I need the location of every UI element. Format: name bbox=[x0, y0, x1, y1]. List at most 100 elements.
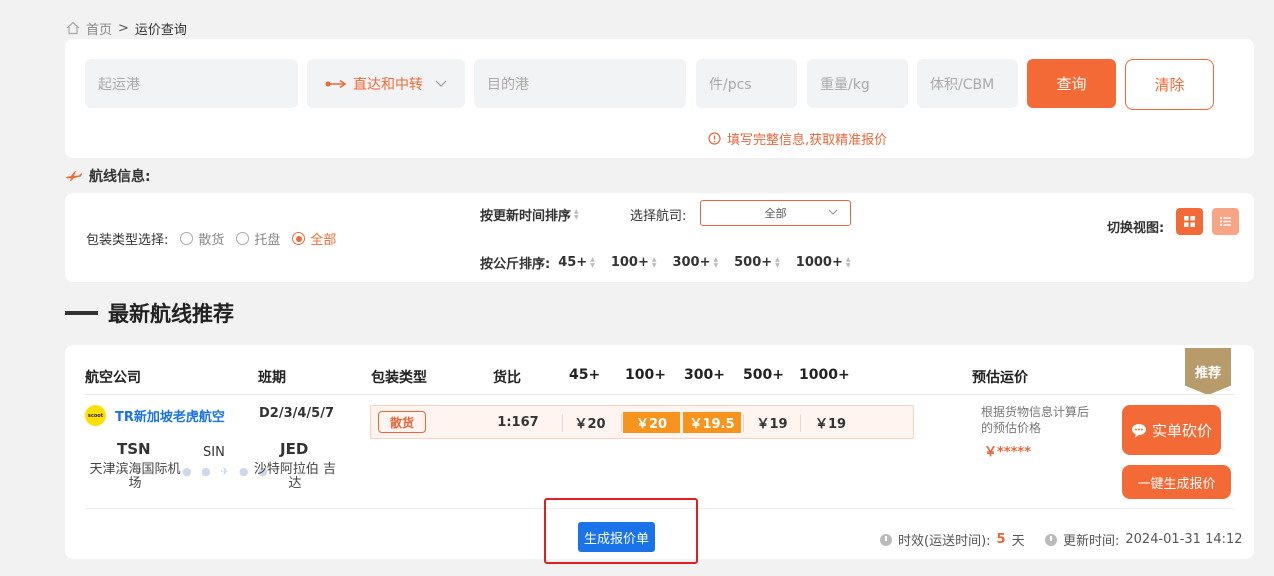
destination-port-input[interactable]: 目的港 bbox=[474, 59, 686, 108]
chat-bubble-icon bbox=[1131, 423, 1146, 437]
route-info-label: 航线信息: bbox=[89, 169, 151, 185]
form-hint-text: 填写完整信息,获取精准报价 bbox=[727, 133, 888, 148]
sort-by-kg: 按公斤排序: 45+ ▲ ▼ 100+ ▲ ▼ 300+ ▲ ▼ 500+ ▲ ▼ 1000+ ▲… bbox=[480, 253, 850, 272]
header-divider bbox=[85, 394, 1234, 395]
sort-icon: ▲ ▼ bbox=[651, 255, 657, 269]
clear-button[interactable]: 清除 bbox=[1125, 59, 1214, 110]
sort-kg-label: 按公斤排序: bbox=[480, 257, 551, 272]
route-mode-label: 直达和中转 bbox=[353, 76, 423, 93]
col-header-estimate: 预估运价 bbox=[972, 370, 1028, 386]
pack-option-bulk[interactable]: 散货 bbox=[180, 229, 224, 248]
pieces-input[interactable]: 件/pcs bbox=[696, 59, 797, 108]
pack-option-label: 全部 bbox=[310, 233, 337, 248]
pack-option-label: 散货 bbox=[198, 233, 225, 248]
col-header-schedule: 班期 bbox=[258, 370, 286, 386]
sort-by-time[interactable]: 按更新时间排序 ▲ ▼ bbox=[480, 205, 579, 224]
weight-placeholder: 重量/kg bbox=[820, 76, 870, 93]
sort-icon: ▲ ▼ bbox=[845, 255, 851, 269]
col-header-45: 45+ bbox=[569, 367, 601, 383]
pack-type-group: 包装类型选择: 散货 托盘 全部 bbox=[86, 229, 336, 248]
col-header-airline: 航空公司 bbox=[85, 370, 141, 386]
col-header-1000: 1000+ bbox=[799, 367, 850, 383]
volume-placeholder: 体积/CBM bbox=[930, 76, 995, 93]
sort-tier-500[interactable]: 500+ ▲ ▼ bbox=[734, 255, 780, 270]
price-300: ￥19.5 bbox=[683, 412, 741, 433]
bargain-button[interactable]: 实单砍价 bbox=[1122, 405, 1221, 455]
col-header-pack-type: 包装类型 bbox=[371, 370, 427, 386]
weight-input[interactable]: 重量/kg bbox=[807, 59, 908, 108]
sort-tier-1000[interactable]: 1000+ ▲ ▼ bbox=[796, 255, 851, 270]
origin-name: 天津滨海国际机场 bbox=[89, 462, 181, 491]
updated-label: 更新时间: bbox=[1063, 534, 1120, 549]
sort-tier-45[interactable]: 45+ ▲ ▼ bbox=[558, 255, 595, 270]
updated-value: 2024-01-31 14:12 bbox=[1125, 532, 1243, 547]
list-icon bbox=[1220, 217, 1231, 226]
radio-dot bbox=[292, 232, 306, 245]
generate-quote-sheet-button[interactable]: 生成报价单 bbox=[578, 522, 655, 552]
cell-divider bbox=[562, 414, 563, 432]
sort-icon: ▲ ▼ bbox=[713, 255, 719, 269]
col-header-300: 300+ bbox=[684, 367, 725, 383]
filter-panel: 包装类型选择: 散货 托盘 全部 按更新时间排序 ▲ ▼ 选择航司: 全部 按公斤… bbox=[65, 193, 1254, 282]
schedule-days: D2/3/4/5/7 bbox=[259, 406, 335, 421]
tier-label: 500+ bbox=[734, 255, 773, 270]
origin-code: TSN bbox=[117, 440, 151, 458]
route-arrow-icon bbox=[325, 79, 347, 88]
view-switch-label: 切换视图: bbox=[1107, 221, 1165, 236]
col-header-500: 500+ bbox=[743, 367, 784, 383]
updated-time: 更新时间: 2024-01-31 14:12 bbox=[1045, 530, 1243, 549]
search-button[interactable]: 查询 bbox=[1027, 59, 1116, 108]
transit-value: 5 bbox=[996, 532, 1006, 547]
col-header-100: 100+ bbox=[625, 367, 666, 383]
origin-port-input[interactable]: 起运港 bbox=[85, 59, 298, 108]
search-panel: 起运港 直达和中转 目的港 件/pcs 重量/kg 体积/CBM 查询 清除 填… bbox=[65, 39, 1254, 158]
airline-name-link[interactable]: TR新加坡老虎航空 bbox=[115, 406, 225, 425]
tier-label: 100+ bbox=[610, 255, 649, 270]
sort-tier-300[interactable]: 300+ ▲ ▼ bbox=[672, 255, 718, 270]
grid-icon bbox=[1184, 216, 1195, 227]
grid-view-button[interactable] bbox=[1176, 208, 1203, 235]
route-mode-select[interactable]: 直达和中转 bbox=[307, 59, 465, 108]
bargain-label: 实单砍价 bbox=[1151, 421, 1212, 440]
pack-option-all[interactable]: 全部 bbox=[292, 229, 336, 248]
price-100: ￥20 bbox=[623, 412, 680, 433]
price-500: ￥19 bbox=[756, 416, 788, 432]
airline-select[interactable]: 全部 bbox=[700, 200, 851, 226]
route-info-title: 航线信息: bbox=[66, 166, 151, 186]
sort-icon: ▲ ▼ bbox=[574, 207, 579, 221]
pack-type-label: 包装类型选择: bbox=[86, 233, 169, 248]
breadcrumb-current: 运价查询 bbox=[134, 22, 187, 38]
tier-label: 45+ bbox=[558, 255, 588, 270]
destination-port-placeholder: 目的港 bbox=[487, 76, 529, 93]
origin-port-placeholder: 起运港 bbox=[98, 76, 140, 93]
chevron-down-icon bbox=[435, 80, 447, 87]
pieces-placeholder: 件/pcs bbox=[709, 76, 752, 93]
price-45: ￥20 bbox=[574, 416, 606, 432]
breadcrumb-home[interactable]: 首页 bbox=[86, 19, 112, 38]
col-header-ratio: 货比 bbox=[493, 370, 521, 386]
cell-divider bbox=[621, 414, 622, 432]
volume-input[interactable]: 体积/CBM bbox=[917, 59, 1018, 108]
clock-icon bbox=[1045, 533, 1057, 546]
transit-port: SIN bbox=[203, 445, 225, 460]
pack-option-label: 托盘 bbox=[254, 233, 281, 248]
airplane-icon bbox=[66, 171, 82, 181]
destination-name: 沙特阿拉伯 吉达 bbox=[253, 462, 337, 491]
breadcrumb-separator: > bbox=[118, 20, 129, 36]
cell-divider bbox=[800, 414, 801, 432]
radio-dot bbox=[236, 232, 250, 245]
weight-ratio: 1:167 bbox=[497, 414, 539, 430]
transit-label: 时效(运送时间): bbox=[898, 534, 991, 549]
airline-select-value: 全部 bbox=[764, 207, 787, 220]
list-view-button[interactable] bbox=[1212, 208, 1239, 235]
pack-option-pallet[interactable]: 托盘 bbox=[236, 229, 280, 248]
transit-time: 时效(运送时间): 5 天 bbox=[880, 530, 1025, 549]
recommend-badge: 推荐 bbox=[1185, 348, 1231, 395]
cell-divider bbox=[743, 414, 744, 432]
home-icon[interactable] bbox=[66, 21, 80, 35]
generate-quote-button[interactable]: 一键生成报价 bbox=[1122, 465, 1231, 499]
sort-icon: ▲ ▼ bbox=[775, 255, 780, 269]
pack-type-tag: 散货 bbox=[378, 411, 426, 433]
sort-tier-100[interactable]: 100+ ▲ ▼ bbox=[611, 255, 657, 270]
tier-label: 300+ bbox=[672, 255, 711, 270]
